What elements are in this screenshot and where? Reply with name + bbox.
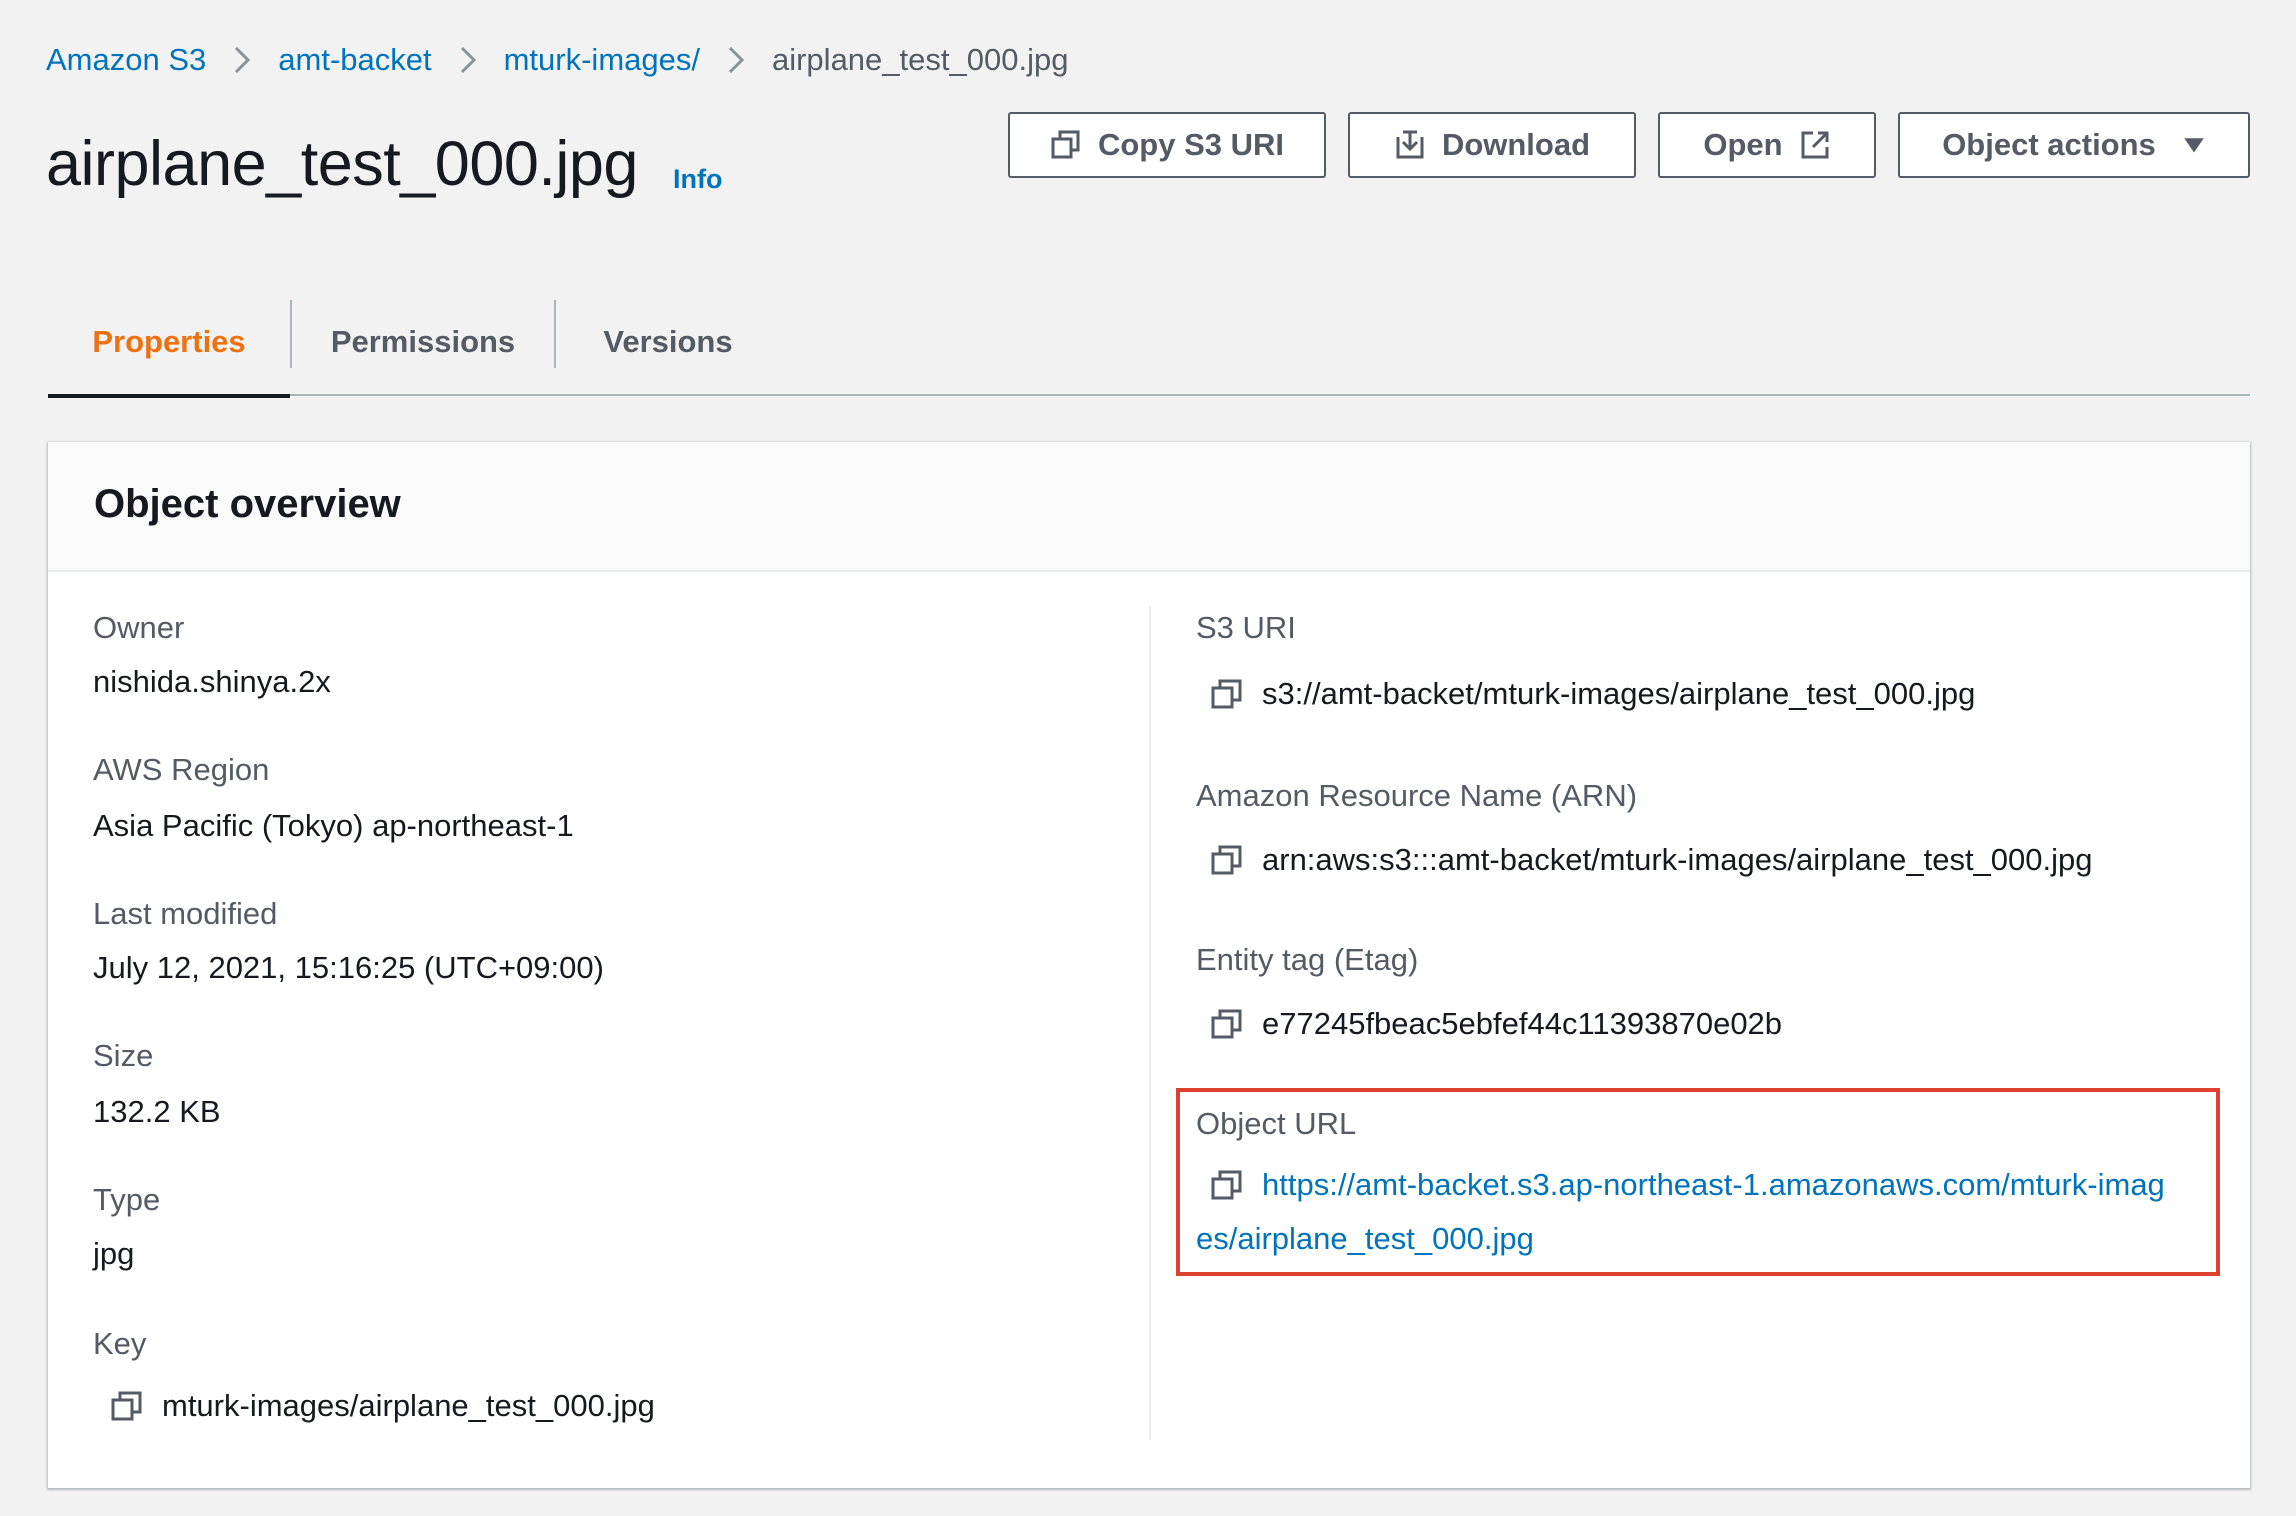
key-value: mturk-images/airplane_test_000.jpg	[162, 1388, 655, 1423]
caret-down-icon	[2184, 138, 2204, 153]
tab-properties[interactable]: Properties	[48, 290, 290, 398]
etag-row: e77245fbeac5ebfef44c11393870e02b	[1210, 1006, 1782, 1042]
key-label: Key	[93, 1326, 147, 1361]
breadcrumb-amazon-s3[interactable]: Amazon S3	[46, 42, 206, 78]
breadcrumb: Amazon S3 amt-backet mturk-images/ airpl…	[46, 36, 1068, 84]
key-row: mturk-images/airplane_test_000.jpg	[110, 1388, 655, 1424]
copy-icon[interactable]	[1210, 677, 1244, 711]
panel-title: Object overview	[94, 482, 401, 526]
type-label: Type	[93, 1182, 161, 1217]
size-value: 132.2 KB	[93, 1094, 221, 1129]
s3-uri-label: S3 URI	[1196, 610, 1296, 645]
arn-value: arn:aws:s3:::amt-backet/mturk-images/air…	[1262, 842, 2093, 877]
breadcrumb-current: airplane_test_000.jpg	[771, 42, 1069, 77]
copy-icon[interactable]	[1210, 843, 1244, 877]
breadcrumb-bucket[interactable]: amt-backet	[278, 42, 431, 78]
object-actions-dropdown[interactable]: Object actions	[1898, 112, 2250, 178]
owner-label: Owner	[93, 610, 185, 645]
info-link[interactable]: Info	[673, 164, 722, 195]
region-value: Asia Pacific (Tokyo) ap-northeast-1	[93, 808, 574, 843]
arn-row: arn:aws:s3:::amt-backet/mturk-images/air…	[1210, 842, 2093, 878]
panel-header: Object overview	[48, 442, 2250, 572]
copy-s3-uri-button[interactable]: Copy S3 URI	[1008, 112, 1326, 178]
etag-label: Entity tag (Etag)	[1196, 942, 1419, 977]
owner-value: nishida.shinya.2x	[93, 664, 331, 699]
size-label: Size	[93, 1038, 154, 1073]
s3-uri-value: s3://amt-backet/mturk-images/airplane_te…	[1262, 676, 1976, 711]
arn-label: Amazon Resource Name (ARN)	[1196, 778, 1638, 813]
external-link-icon	[1801, 131, 1829, 159]
chevron-right-icon	[232, 45, 252, 75]
column-divider	[1149, 606, 1151, 1440]
download-icon	[1396, 130, 1424, 159]
page-title: airplane_test_000.jpg	[46, 129, 638, 199]
copy-icon	[1051, 130, 1080, 159]
download-label: Download	[1441, 127, 1591, 162]
copy-icon[interactable]	[1210, 1007, 1244, 1041]
tab-versions[interactable]: Versions	[556, 290, 780, 394]
last-modified-label: Last modified	[93, 896, 278, 931]
tab-bar: Properties Permissions Versions	[48, 290, 2250, 398]
s3-uri-row: s3://amt-backet/mturk-images/airplane_te…	[1210, 676, 1975, 712]
object-overview-panel: Object overview Owner nishida.shinya.2x …	[48, 442, 2250, 1488]
download-button[interactable]: Download	[1348, 112, 1636, 178]
type-value: jpg	[93, 1236, 135, 1271]
copy-s3-uri-label: Copy S3 URI	[1097, 127, 1285, 162]
copy-icon[interactable]	[110, 1389, 144, 1423]
open-label: Open	[1703, 127, 1783, 162]
region-label: AWS Region	[93, 752, 270, 787]
tab-permissions[interactable]: Permissions	[292, 290, 554, 394]
open-button[interactable]: Open	[1658, 112, 1876, 178]
last-modified-value: July 12, 2021, 15:16:25 (UTC+09:00)	[93, 950, 604, 985]
breadcrumb-folder[interactable]: mturk-images/	[504, 42, 700, 78]
etag-value: e77245fbeac5ebfef44c11393870e02b	[1262, 1006, 1783, 1041]
highlight-box	[1176, 1088, 2220, 1276]
chevron-right-icon	[726, 45, 746, 75]
object-actions-label: Object actions	[1942, 127, 2156, 162]
chevron-right-icon	[458, 45, 478, 75]
